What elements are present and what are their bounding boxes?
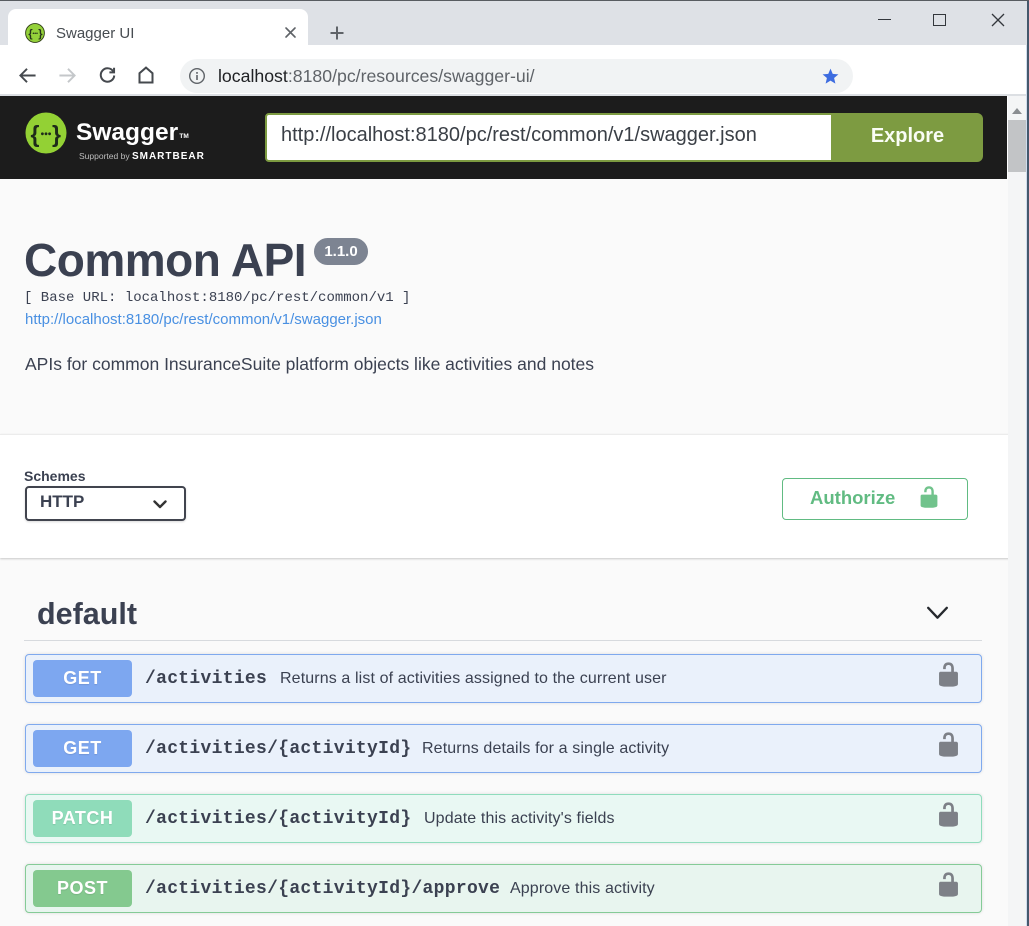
svg-text:}: } (38, 28, 43, 40)
svg-text:}: } (52, 121, 61, 147)
svg-text:{: { (31, 121, 40, 147)
svg-text:{: { (28, 28, 33, 40)
